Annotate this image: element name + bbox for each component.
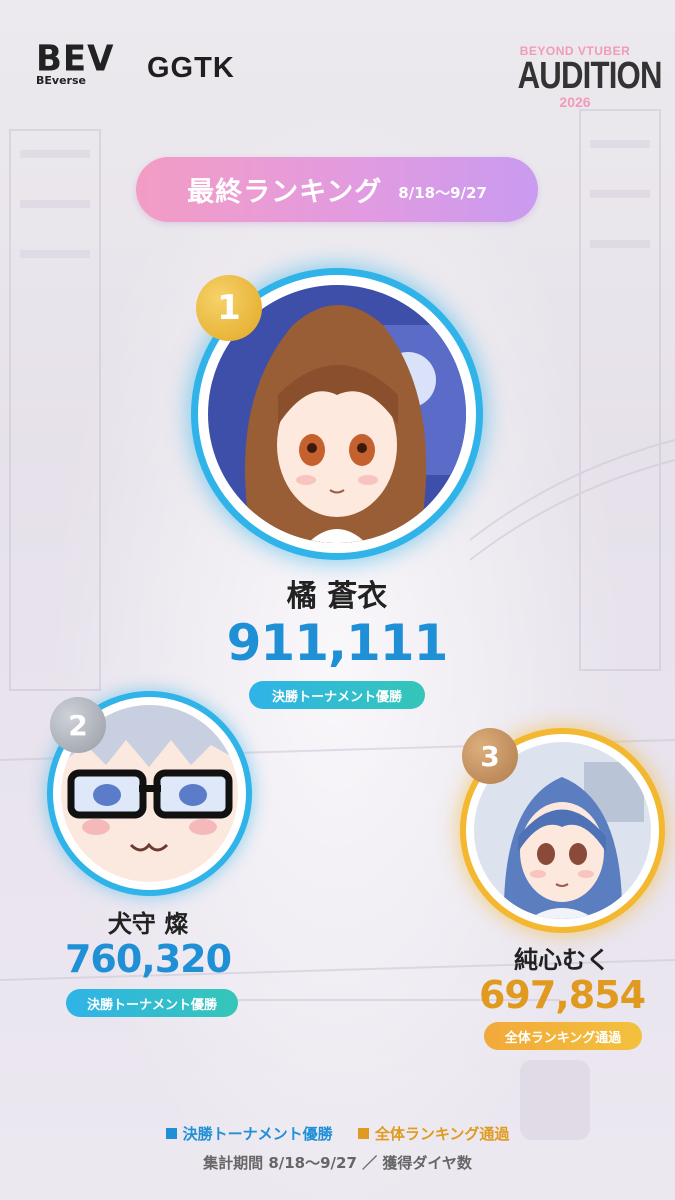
rank-badge-2: 2 — [50, 697, 106, 753]
contestant-score-2: 760,320 — [64, 937, 232, 981]
legend-label-tournament: 決勝トーナメント優勝 — [182, 1125, 333, 1143]
footnote: 集計期間 8/18〜9/27 ／ 獲得ダイヤ数 — [203, 1154, 472, 1172]
audition-logo: BEYOND VTUBER AUDITION 2026 — [505, 44, 663, 110]
title-period: 8/18〜9/27 — [398, 184, 487, 202]
contestant-name-2: 犬守 燦 — [107, 910, 189, 938]
legend-label-overall: 全体ランキング通過 — [374, 1125, 510, 1143]
rank-badge-3: 3 — [462, 728, 518, 784]
audition-logo-main: AUDITION — [517, 55, 663, 97]
bev-logo: BEV BEverse — [36, 38, 128, 90]
contestant-score-3: 697,854 — [478, 973, 646, 1017]
contestant-tag-3: 全体ランキング通過 — [484, 1022, 642, 1050]
contestant-score-1: 911,111 — [226, 614, 449, 672]
rank-badge-1: 1 — [196, 275, 262, 341]
contestant-name-3: 純心むく — [514, 946, 610, 974]
rank-number-2: 2 — [68, 708, 88, 742]
page-title: 最終ランキング — [187, 177, 383, 208]
legend-item-tournament: 決勝トーナメント優勝 — [165, 1125, 338, 1143]
rank-number-3: 3 — [480, 739, 500, 773]
rank-number-1: 1 — [217, 288, 241, 328]
legend: 決勝トーナメント優勝 全体ランキング通過 — [0, 1123, 675, 1144]
bev-logo-mark: BEV — [36, 38, 115, 80]
ggtk-logo: GGTK — [147, 52, 235, 84]
contestant-name-1: 橘 蒼衣 — [286, 579, 388, 614]
legend-item-overall: 全体ランキング通過 — [357, 1125, 510, 1143]
legend-square-gold — [357, 1127, 369, 1139]
legend-square-blue — [165, 1127, 177, 1139]
title-banner: 最終ランキング 8/18〜9/27 — [136, 157, 538, 222]
contestant-tag-1: 決勝トーナメント優勝 — [249, 681, 425, 709]
contestant-tag-2: 決勝トーナメント優勝 — [66, 989, 238, 1017]
